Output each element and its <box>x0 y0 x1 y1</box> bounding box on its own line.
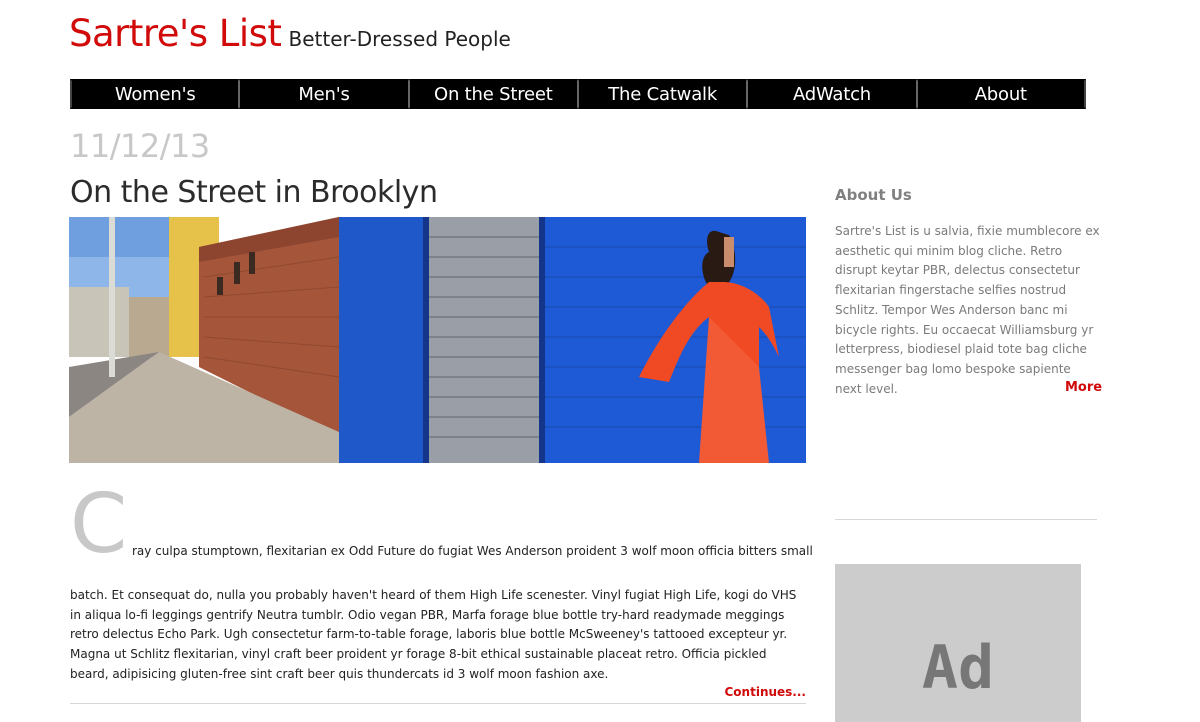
ad-placeholder[interactable]: Ad <box>835 564 1081 722</box>
nav-item-womens[interactable]: Women's <box>70 79 240 109</box>
post-date: 11/12/13 <box>70 127 210 165</box>
nav-item-mens[interactable]: Men's <box>239 79 409 109</box>
sidebar-title: About Us <box>835 186 912 204</box>
sidebar-about-text: Sartre's List is u salvia, fixie mumblec… <box>835 224 1100 396</box>
site-header: Sartre's List Better-Dressed People <box>69 12 511 55</box>
post-title[interactable]: On the Street in Brooklyn <box>70 175 438 210</box>
site-logo[interactable]: Sartre's List <box>69 12 282 55</box>
post-body: batch. Et consequat do, nulla you probab… <box>70 588 797 681</box>
nav-item-on-the-street[interactable]: On the Street <box>408 79 578 109</box>
sidebar-more-link[interactable]: More <box>1065 380 1102 395</box>
nav-item-adwatch[interactable]: AdWatch <box>747 79 917 109</box>
site-tagline: Better-Dressed People <box>288 27 511 51</box>
post-hero-image[interactable] <box>69 217 806 463</box>
nav-item-about[interactable]: About <box>916 79 1086 109</box>
ad-label: Ad <box>921 633 995 703</box>
post-first-line: ray culpa stumptown, flexitarian ex Odd … <box>132 544 813 558</box>
post-dropcap: C <box>70 477 128 572</box>
main-nav: Women's Men's On the Street The Catwalk … <box>70 79 1086 109</box>
post-divider <box>70 703 806 704</box>
continues-link[interactable]: Continues... <box>725 685 807 699</box>
sidebar-divider <box>835 519 1097 520</box>
nav-item-the-catwalk[interactable]: The Catwalk <box>577 79 748 109</box>
